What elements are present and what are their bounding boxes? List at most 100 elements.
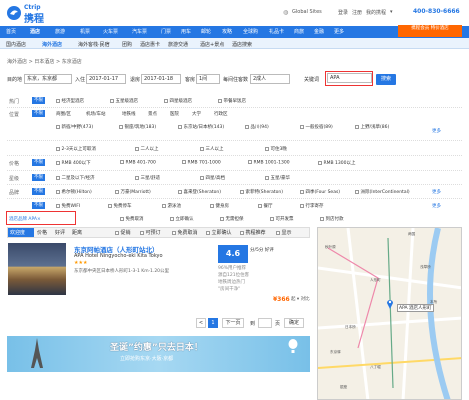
filter-option[interactable]: RMB 401-700 (120, 160, 156, 166)
sort-tab-popularity[interactable]: 欢迎度 (10, 229, 25, 236)
prev-page-button[interactable]: < (196, 318, 206, 328)
checkin-input[interactable]: 2017-01-17 (86, 74, 126, 84)
filter-option[interactable]: 免费停车 (108, 203, 132, 209)
map-pin-icon[interactable] (386, 298, 394, 309)
filter-option[interactable]: 索菲特(Sheraton) (240, 189, 283, 195)
nav-more[interactable]: 更多 (334, 28, 344, 35)
filter-unlimited-location[interactable]: 不限 (32, 110, 45, 117)
filter-option[interactable]: 上野/浅草(86) (355, 124, 389, 130)
hotel-price[interactable]: ¥366 (273, 296, 290, 303)
filter-option[interactable]: RMB 1300以上 (318, 160, 355, 166)
nav-business[interactable]: 商旅 (294, 28, 304, 35)
filter-option[interactable]: 游泳池 (162, 203, 181, 209)
filter-option[interactable]: 无需担保 (220, 216, 244, 222)
filter-option[interactable]: 一般投宿(89) (300, 124, 333, 130)
my-ctrip-link[interactable]: 我的携程 (366, 9, 386, 16)
sort-check[interactable]: 促销 (115, 229, 131, 236)
filter-option[interactable]: 三星/舒适 (135, 175, 160, 181)
checkout-input[interactable]: 2017-01-18 (141, 74, 181, 84)
sort-tab-rating[interactable]: 好评 (55, 229, 65, 236)
nav-guide[interactable]: 攻略 (222, 28, 232, 35)
location-tab-metro[interactable]: 地铁线 (122, 111, 136, 117)
brand-more-link[interactable]: 更多 (432, 189, 441, 195)
filter-unlimited-hot[interactable]: 不限 (32, 97, 45, 104)
sort-check[interactable]: 免费取消 (172, 229, 198, 236)
login-link[interactable]: 登录 (338, 9, 348, 16)
sort-tab-distance[interactable]: 距离 (72, 229, 82, 236)
register-link[interactable]: 注册 (352, 9, 362, 16)
destination-input[interactable]: 东京，东京都 (24, 74, 72, 84)
next-page-button[interactable]: 下一页 (222, 318, 244, 328)
guest-select[interactable]: 2成人 (250, 74, 290, 84)
filter-option[interactable]: 洲际(InterContinental) (355, 189, 410, 195)
filter-option[interactable]: 万豪(Marriott) (115, 189, 151, 195)
location-tab-hospital[interactable]: 医院 (170, 111, 179, 117)
facility-more-link[interactable]: 更多 (432, 203, 441, 209)
filter-option[interactable]: 五星级酒店 (110, 98, 138, 104)
filter-option[interactable]: 二星及以下/经济 (56, 175, 95, 181)
filter-option[interactable]: 带餐早饭店 (218, 98, 246, 104)
nav-flights[interactable]: 机票 (80, 28, 90, 35)
nav-travel[interactable]: 旅游 (55, 28, 65, 35)
ctrip-dolphin-icon[interactable] (6, 5, 22, 21)
compare-button[interactable]: 起 ▾ 对比 (291, 296, 310, 302)
filter-option[interactable]: 四季(Four Seas) (300, 189, 340, 195)
filter-option[interactable]: 四星级酒店 (164, 98, 192, 104)
filter-option[interactable]: 免费WIFI (56, 203, 80, 209)
subnav-hotel-attraction[interactable]: 酒店+景点 (200, 41, 224, 48)
filter-option[interactable]: 餐厅 (258, 203, 273, 209)
filter-option[interactable]: 品川(94) (245, 124, 269, 130)
room-select[interactable]: 1间 (196, 74, 220, 84)
filter-option[interactable]: RMB 400以下 (56, 160, 91, 166)
filter-option[interactable]: 免费取消 (120, 216, 144, 222)
sort-check[interactable]: 携程推荐 (240, 229, 266, 236)
location-more-link[interactable]: 更多 (432, 128, 441, 134)
filter-option[interactable]: 2-3天以上可取消 (56, 146, 96, 152)
nav-giftcard[interactable]: 礼品卡 (269, 28, 284, 35)
filter-option[interactable]: RMB 701-1000 (182, 160, 221, 166)
filter-option[interactable]: 经济型酒店 (56, 98, 84, 104)
nav-car[interactable]: 用车 (181, 28, 191, 35)
sort-check[interactable]: 显示 (276, 229, 292, 236)
filter-option[interactable]: 三人以上 (200, 146, 224, 152)
nav-shopping[interactable]: 全球购 (243, 28, 258, 35)
filter-option[interactable]: 可住3晚 (265, 146, 287, 152)
nav-train[interactable]: 火车票 (103, 28, 118, 35)
nav-hotel[interactable]: 酒店 (30, 28, 40, 35)
subnav-overseas[interactable]: 海外酒店 (42, 41, 62, 48)
location-tab-university[interactable]: 大学 (192, 111, 201, 117)
chevron-down-icon[interactable]: ▾ (390, 9, 393, 15)
filter-unlimited-star[interactable]: 不限 (32, 174, 45, 181)
map-marker-label[interactable]: APA 酒店人形町 (397, 304, 434, 312)
hotel-photo[interactable] (8, 243, 66, 295)
hotel-map[interactable] (317, 227, 462, 400)
filter-option[interactable]: 喜来登(Sheraton) (178, 189, 221, 195)
filter-option[interactable]: 健身房 (210, 203, 229, 209)
nav-home[interactable]: 首页 (6, 28, 16, 35)
location-tab-ward[interactable]: 行政区 (214, 111, 228, 117)
nav-finance[interactable]: 金融 (314, 28, 324, 35)
location-tab-district[interactable]: 商圈/区 (56, 111, 71, 117)
filter-option[interactable]: 新宿/中野(473) (56, 124, 93, 130)
filter-option[interactable]: 行李寄存 (300, 203, 324, 209)
filter-option[interactable]: 到店付款 (320, 216, 344, 222)
filter-option[interactable]: 东京站/日本桥(143) (178, 124, 224, 130)
filter-option[interactable]: 立即确认 (170, 216, 194, 222)
subnav-hotel-card[interactable]: 酒店惠卡 (140, 41, 160, 48)
subnav-hotel-search[interactable]: 酒店搜索 (232, 41, 252, 48)
filter-unlimited-facility[interactable]: 不限 (32, 202, 45, 209)
page-1-button[interactable]: 1 (208, 318, 218, 328)
breadcrumb[interactable]: 海外酒店 > 日本酒店 > 东京酒店 (7, 58, 82, 65)
filter-option[interactable]: 希尔顿(Hilton) (56, 189, 92, 195)
subnav-domestic[interactable]: 国内酒店 (6, 41, 26, 48)
sort-tab-price[interactable]: 价格 (37, 229, 47, 236)
page-number-input[interactable] (258, 318, 272, 328)
sort-check[interactable]: 可预订 (140, 229, 161, 236)
location-tab-airport[interactable]: 机场/车站 (86, 111, 106, 117)
nav-tickets[interactable]: 门票 (161, 28, 171, 35)
sort-check[interactable]: 立即确认 (206, 229, 232, 236)
filter-option[interactable]: RMB 1001-1300 (248, 160, 290, 166)
global-sites-link[interactable]: Global Sites (292, 9, 322, 15)
search-button[interactable]: 搜索 (376, 74, 396, 85)
member-promo-button[interactable]: 携程会员 特价酒店 (398, 25, 462, 37)
